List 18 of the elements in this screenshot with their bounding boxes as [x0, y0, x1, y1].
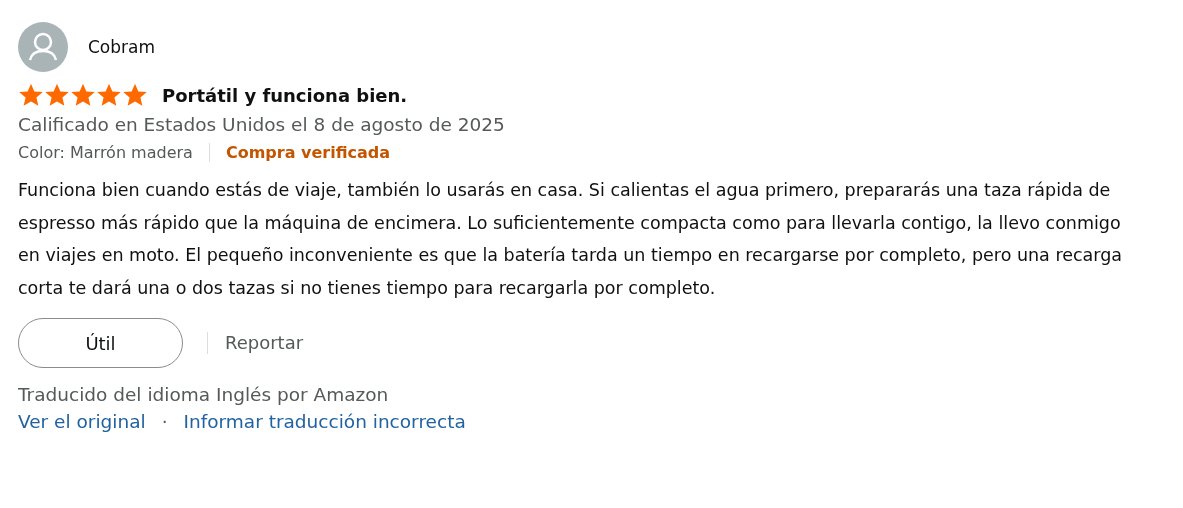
star-icon — [18, 82, 44, 108]
author-name: Cobram — [88, 37, 156, 57]
review-title: Portátil y funciona bien. — [162, 84, 408, 106]
avatar-icon — [18, 22, 68, 72]
star-icon — [44, 82, 70, 108]
translation-note: Traducido del idioma Inglés por Amazon — [18, 384, 390, 405]
translation-link[interactable]: Ver el original — [18, 411, 146, 432]
translation-link[interactable]: Informar traducción incorrecta — [183, 411, 466, 432]
verified-purchase-label: Compra verificada — [224, 143, 391, 162]
separator-dot: · — [161, 411, 168, 432]
review-date: Calificado en Estados Unidos el 8 de agosto de 2025 — [18, 114, 506, 135]
star-icon — [70, 82, 96, 108]
variant-label: Color: Marrón madera — [18, 143, 210, 162]
report-link[interactable]: Reportar — [207, 332, 304, 354]
star-icon — [96, 82, 122, 108]
helpful-button[interactable]: Útil — [18, 318, 183, 368]
star-icon — [122, 82, 148, 108]
review-text: Funciona bien cuando estás de viaje, también lo usarás en casa. Si calientas el agua primero, prepararás una taza rápida de espresso más rápido que la máquina de encimera. Lo suficientemente compacta como para llevarla contigo, la llevo conmigo en viajes en moto. El pequeño inconveniente es que la batería tarda un tiempo en recargarse por completo, pero una recarga corta te dará una o dos tazas si no tienes tiempo para recargarla por completo. — [18, 179, 1124, 300]
